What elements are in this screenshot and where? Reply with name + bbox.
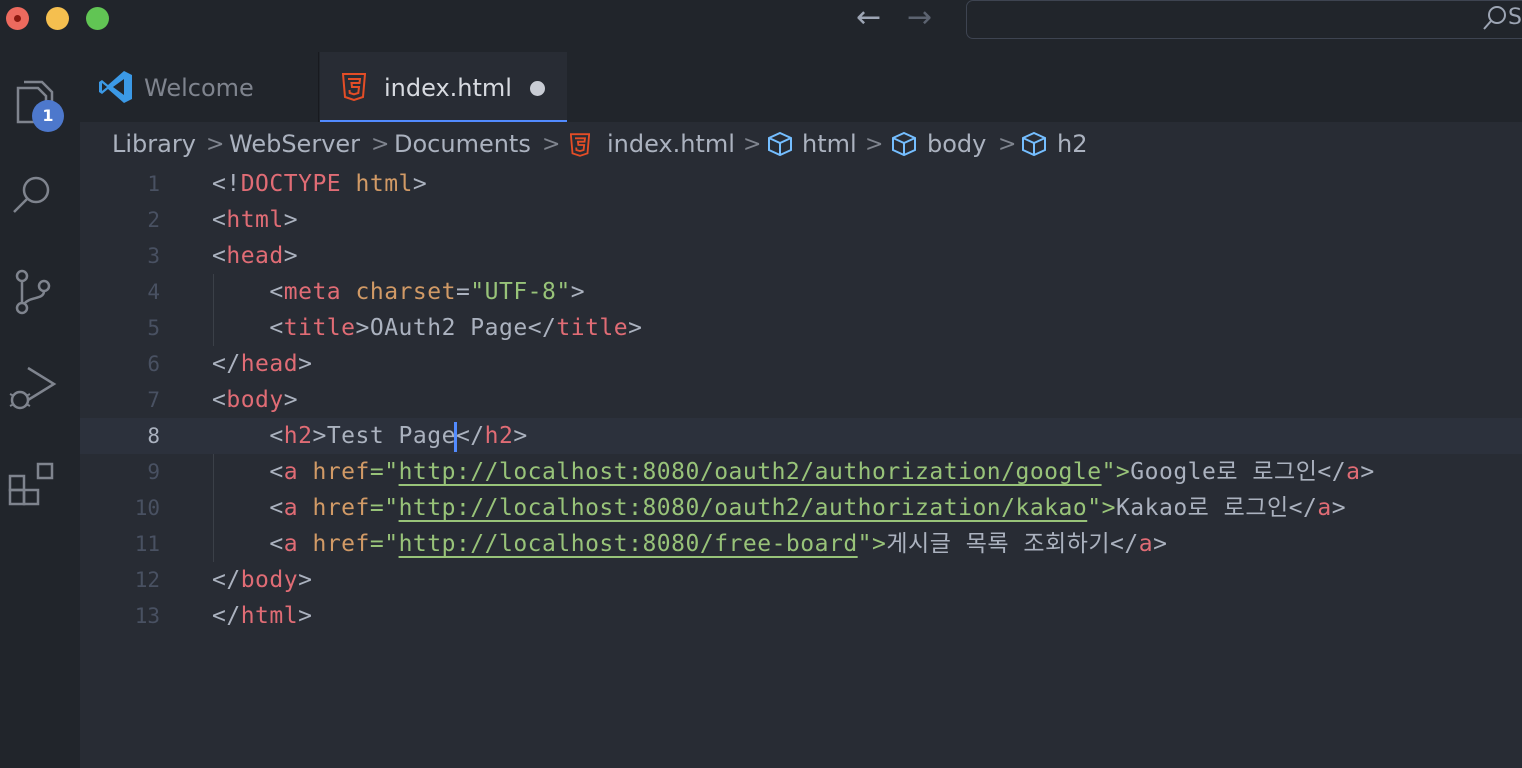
code-text: <a href="http://localhost:8080/oauth2/au…	[269, 495, 1347, 521]
code-line[interactable]: 10 <a href="http://localhost:8080/oauth2…	[80, 490, 1522, 526]
code-text: <title>OAuth2 Page</title>	[269, 315, 643, 341]
html5-icon	[342, 73, 366, 101]
breadcrumb-separator: >	[865, 132, 884, 157]
tab-label: Welcome	[144, 74, 254, 102]
explorer-badge: 1	[32, 100, 64, 132]
code-text: <meta charset="UTF-8">	[269, 279, 586, 305]
breadcrumb-item-library[interactable]: Library	[112, 130, 196, 158]
line-number: 1	[147, 172, 160, 196]
command-center-search[interactable]: S	[966, 0, 1522, 39]
code-line[interactable]: 6 </head>	[80, 346, 1522, 382]
code-text: <!DOCTYPE html>	[212, 171, 428, 197]
code-line[interactable]: 13 </html>	[80, 598, 1522, 634]
extensions-icon	[8, 462, 54, 506]
line-number: 3	[147, 244, 160, 268]
code-editor[interactable]: 1 <!DOCTYPE html> 2 <html> 3 <head> 4 <m…	[80, 166, 1522, 768]
code-text: <html>	[212, 207, 299, 233]
search-view-button[interactable]	[0, 164, 80, 224]
line-number: 11	[134, 532, 160, 556]
code-line[interactable]: 2 <html>	[80, 202, 1522, 238]
code-text: </body>	[212, 567, 313, 593]
element-box-icon	[892, 131, 916, 157]
line-number: 8	[147, 424, 160, 448]
code-line[interactable]: 11 <a href="http://localhost:8080/free-b…	[80, 526, 1522, 562]
line-number: 4	[147, 280, 160, 304]
url-link[interactable]: http://localhost:8080/free-board	[399, 531, 858, 557]
breadcrumb-separator: >	[998, 132, 1017, 157]
code-line[interactable]: 9 <a href="http://localhost:8080/oauth2/…	[80, 454, 1522, 490]
breadcrumb-separator: >	[206, 132, 225, 157]
search-icon	[13, 176, 50, 213]
unsaved-changes-dot[interactable]	[530, 81, 545, 96]
line-number: 9	[147, 460, 160, 484]
breadcrumb-item-index-html[interactable]: index.html	[607, 130, 735, 158]
line-number: 5	[147, 316, 160, 340]
line-number: 13	[134, 604, 160, 628]
back-arrow-icon[interactable]: ←	[856, 3, 881, 33]
line-number: 12	[134, 568, 160, 592]
editor-tab-bar: Welcome index.html	[80, 52, 1522, 122]
breadcrumb-separator: >	[371, 132, 390, 157]
code-line[interactable]: 12 </body>	[80, 562, 1522, 598]
run-debug-button[interactable]	[0, 356, 80, 416]
forward-arrow-icon[interactable]: →	[907, 3, 932, 33]
source-control-icon	[15, 269, 51, 315]
code-line[interactable]: 3 <head>	[80, 238, 1522, 274]
element-box-icon	[768, 131, 792, 157]
source-control-button[interactable]	[0, 260, 80, 320]
code-line[interactable]: 1 <!DOCTYPE html>	[80, 166, 1522, 202]
url-link[interactable]: http://localhost:8080/oauth2/authorizati…	[399, 495, 1088, 521]
url-link[interactable]: http://localhost:8080/oauth2/authorizati…	[399, 459, 1102, 485]
code-line[interactable]: 4 <meta charset="UTF-8">	[80, 274, 1522, 310]
maximize-window-button[interactable]	[86, 7, 109, 30]
breadcrumb-item-h2[interactable]: h2	[1057, 130, 1087, 158]
code-line[interactable]: 7 <body>	[80, 382, 1522, 418]
breadcrumb: Library > WebServer > Documents > index.…	[80, 122, 1522, 168]
breadcrumb-item-html[interactable]: html	[802, 130, 857, 158]
code-line-current[interactable]: 8 <h2>Test Page</h2>	[80, 418, 1522, 454]
close-window-button[interactable]	[6, 7, 29, 30]
tab-welcome[interactable]: Welcome	[80, 52, 319, 122]
html5-icon	[570, 133, 590, 157]
tab-label: index.html	[384, 74, 512, 102]
line-number: 6	[147, 352, 160, 376]
breadcrumb-item-documents[interactable]: Documents	[394, 130, 531, 158]
minimize-window-button[interactable]	[46, 7, 69, 30]
code-text: </html>	[212, 603, 313, 629]
code-text: </head>	[212, 351, 313, 377]
line-number: 10	[134, 496, 160, 520]
code-text: <head>	[212, 243, 299, 269]
line-number: 2	[147, 208, 160, 232]
code-text: <a href="http://localhost:8080/free-boar…	[269, 531, 1168, 557]
vscode-logo-icon	[99, 71, 132, 103]
element-box-icon	[1022, 131, 1046, 157]
extensions-button[interactable]	[0, 452, 80, 512]
breadcrumb-item-webserver[interactable]: WebServer	[229, 130, 360, 158]
code-line[interactable]: 5 <title>OAuth2 Page</title>	[80, 310, 1522, 346]
breadcrumb-item-body[interactable]: body	[927, 130, 986, 158]
tab-index-html[interactable]: index.html	[320, 52, 567, 122]
line-number: 7	[147, 388, 160, 412]
code-text: <h2>Test Page</h2>	[212, 418, 528, 454]
search-icon	[1483, 6, 1506, 30]
code-text: <body>	[212, 387, 299, 413]
code-text: <a href="http://localhost:8080/oauth2/au…	[269, 459, 1375, 485]
activity-bar: 1	[0, 52, 80, 768]
breadcrumb-separator: >	[743, 132, 762, 157]
run-debug-icon	[9, 366, 57, 410]
search-partial-text: S	[1508, 5, 1522, 30]
breadcrumb-separator: >	[542, 132, 561, 157]
title-bar: ← → S	[0, 0, 1522, 52]
